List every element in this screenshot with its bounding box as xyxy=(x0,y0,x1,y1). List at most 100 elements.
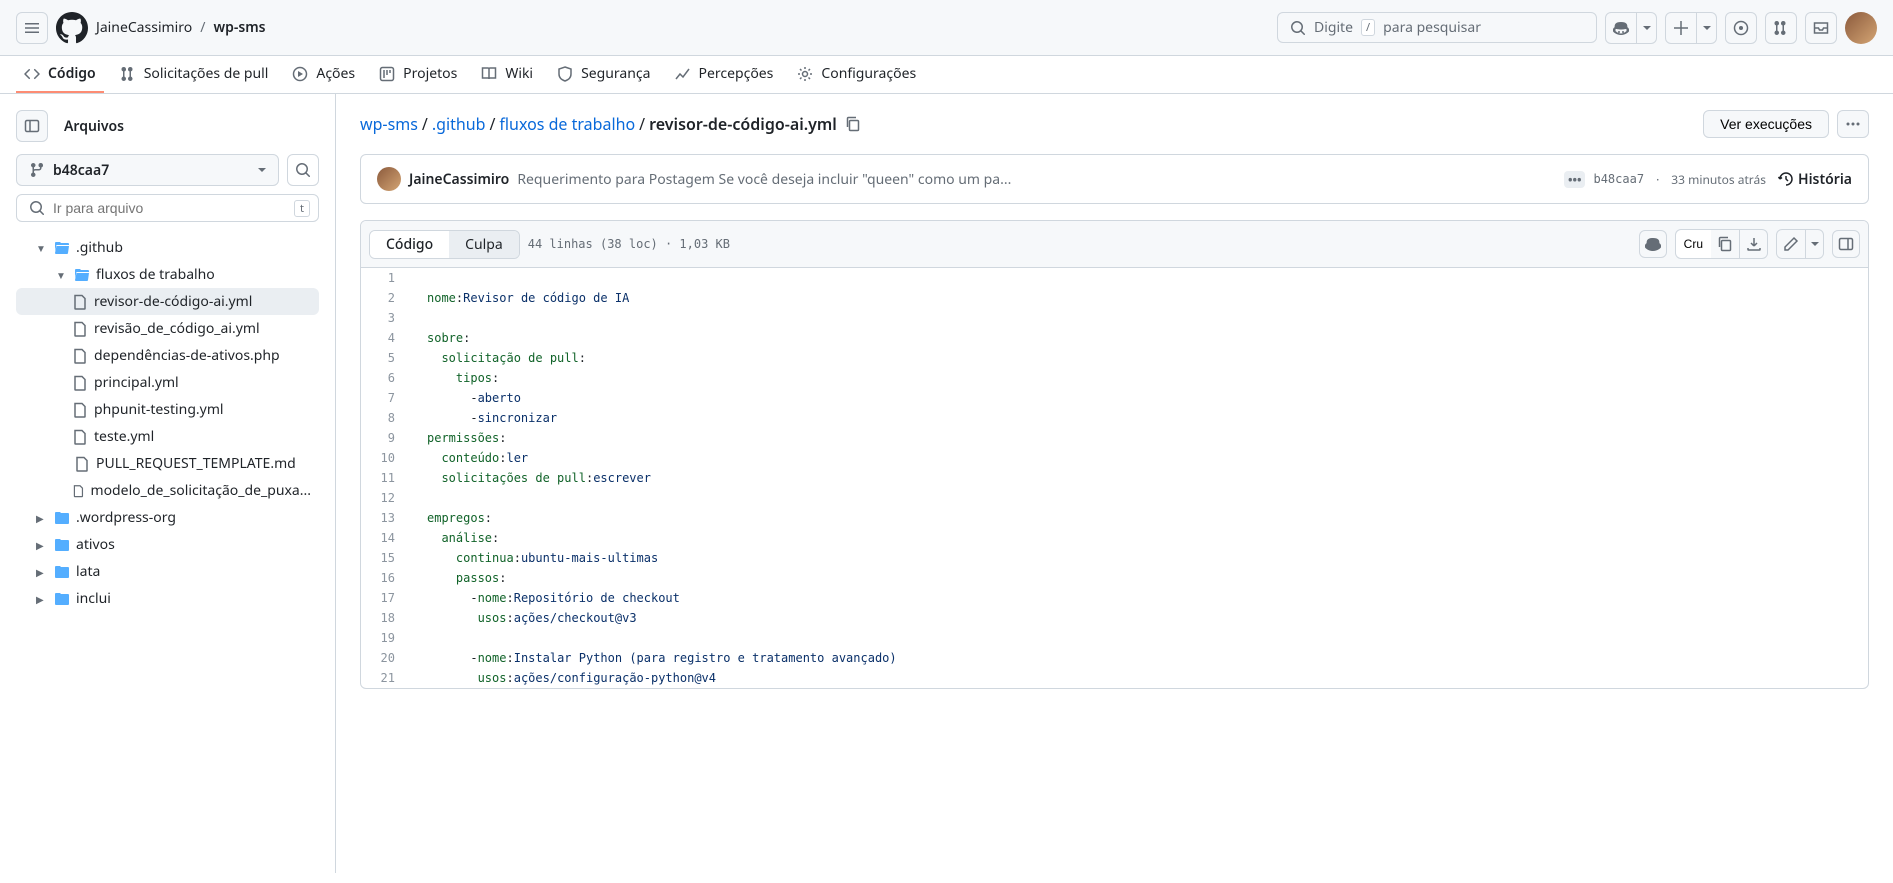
tree-folder-inclui[interactable]: ▶inclui xyxy=(16,585,319,612)
line-number[interactable]: 19 xyxy=(361,628,411,648)
repo-link[interactable]: wp-sms xyxy=(213,18,265,37)
file-filter[interactable]: t xyxy=(16,194,319,222)
line-content[interactable]: -sincronizar xyxy=(411,408,1868,428)
path-workflows[interactable]: fluxos de trabalho xyxy=(499,113,635,135)
nav-projects[interactable]: Projetos xyxy=(371,56,465,93)
issues-button[interactable] xyxy=(1725,12,1757,44)
branch-selector[interactable]: b48caa7 xyxy=(16,154,279,186)
owner-link[interactable]: JaineCassimiro xyxy=(96,18,192,37)
line-number[interactable]: 11 xyxy=(361,468,411,488)
nav-wiki[interactable]: Wiki xyxy=(473,56,541,93)
path-github[interactable]: .github xyxy=(432,113,486,135)
line-content[interactable] xyxy=(411,268,1868,288)
tree-file-test[interactable]: teste.yml xyxy=(16,423,319,450)
history-link[interactable]: História xyxy=(1778,170,1852,189)
github-logo[interactable] xyxy=(56,12,88,44)
line-content[interactable]: -nome:Repositório de checkout xyxy=(411,588,1868,608)
code-area[interactable]: 12nome:Revisor de código de IA34sobre:5 … xyxy=(361,268,1868,688)
line-number[interactable]: 12 xyxy=(361,488,411,508)
line-content[interactable]: nome:Revisor de código de IA xyxy=(411,288,1868,308)
symbols-button[interactable] xyxy=(1832,230,1860,258)
line-content[interactable]: usos:ações/checkout@v3 xyxy=(411,608,1868,628)
edit-dropdown[interactable] xyxy=(1805,230,1823,258)
line-content[interactable] xyxy=(411,628,1868,648)
global-search[interactable]: Digite / para pesquisar xyxy=(1277,12,1597,43)
tree-file-pr-template[interactable]: PULL_REQUEST_TEMPLATE.md xyxy=(16,450,319,477)
line-number[interactable]: 4 xyxy=(361,328,411,348)
line-content[interactable]: tipos: xyxy=(411,368,1868,388)
search-files-button[interactable] xyxy=(287,154,319,186)
tree-file-asset-deps[interactable]: dependências-de-ativos.php xyxy=(16,342,319,369)
hamburger-menu[interactable] xyxy=(16,12,48,44)
line-number[interactable]: 8 xyxy=(361,408,411,428)
line-number[interactable]: 2 xyxy=(361,288,411,308)
line-number[interactable]: 20 xyxy=(361,648,411,668)
copilot-file-button[interactable] xyxy=(1639,230,1667,258)
line-number[interactable]: 16 xyxy=(361,568,411,588)
line-content[interactable]: sobre: xyxy=(411,328,1868,348)
nav-actions[interactable]: Ações xyxy=(284,56,363,93)
line-number[interactable]: 18 xyxy=(361,608,411,628)
line-content[interactable]: empregos: xyxy=(411,508,1868,528)
commit-expand-button[interactable]: ••• xyxy=(1564,171,1586,188)
line-number[interactable]: 13 xyxy=(361,508,411,528)
tree-folder-wordpress-org[interactable]: ▶.wordpress-org xyxy=(16,504,319,531)
line-number[interactable]: 7 xyxy=(361,388,411,408)
more-options-button[interactable] xyxy=(1837,110,1869,138)
line-number[interactable]: 17 xyxy=(361,588,411,608)
line-number[interactable]: 3 xyxy=(361,308,411,328)
commit-message[interactable]: Requerimento para Postagem Se você desej… xyxy=(517,170,1556,189)
line-number[interactable]: 9 xyxy=(361,428,411,448)
nav-settings[interactable]: Configurações xyxy=(789,56,924,93)
create-dropdown[interactable] xyxy=(1697,12,1717,44)
line-content[interactable]: passos: xyxy=(411,568,1868,588)
line-content[interactable]: permissões: xyxy=(411,428,1868,448)
copilot-dropdown[interactable] xyxy=(1637,12,1657,44)
line-number[interactable]: 21 xyxy=(361,668,411,688)
file-filter-input[interactable] xyxy=(53,200,306,216)
tree-folder-ativos[interactable]: ▶ativos xyxy=(16,531,319,558)
line-number[interactable]: 10 xyxy=(361,448,411,468)
tree-folder-workflows[interactable]: ▼fluxos de trabalho xyxy=(16,261,319,288)
download-raw-button[interactable] xyxy=(1739,230,1767,258)
tree-file-ai-reviewer[interactable]: revisor-de-código-ai.yml xyxy=(16,288,319,315)
line-number[interactable]: 15 xyxy=(361,548,411,568)
commit-sha[interactable]: b48caa7 xyxy=(1593,172,1644,186)
line-content[interactable]: solicitações de pull:escrever xyxy=(411,468,1868,488)
line-content[interactable]: continua:ubuntu-mais-ultimas xyxy=(411,548,1868,568)
line-content[interactable]: usos:ações/configuração-python@v4 xyxy=(411,668,1868,688)
line-content[interactable]: conteúdo:ler xyxy=(411,448,1868,468)
collapse-sidebar-button[interactable] xyxy=(16,110,48,142)
line-content[interactable]: -aberto xyxy=(411,388,1868,408)
inbox-button[interactable] xyxy=(1805,12,1837,44)
line-content[interactable]: -nome:Instalar Python (para registro e t… xyxy=(411,648,1868,668)
line-content[interactable] xyxy=(411,308,1868,328)
nav-security[interactable]: Segurança xyxy=(549,56,658,93)
tree-file-pr-model[interactable]: modelo_de_solicitação_de_puxa... xyxy=(16,477,319,504)
copilot-button[interactable] xyxy=(1605,12,1637,44)
copy-path-button[interactable] xyxy=(841,112,865,136)
line-number[interactable]: 6 xyxy=(361,368,411,388)
nav-code[interactable]: Código xyxy=(16,56,104,93)
tree-file-main[interactable]: principal.yml xyxy=(16,369,319,396)
line-content[interactable] xyxy=(411,488,1868,508)
tree-folder-lata[interactable]: ▶lata xyxy=(16,558,319,585)
copy-raw-button[interactable] xyxy=(1711,230,1739,258)
view-blame-tab[interactable]: Culpa xyxy=(449,231,519,258)
path-root[interactable]: wp-sms xyxy=(360,113,418,135)
tree-folder-github[interactable]: ▼.github xyxy=(16,234,319,261)
line-number[interactable]: 14 xyxy=(361,528,411,548)
view-runs-button[interactable]: Ver execuções xyxy=(1703,110,1829,138)
line-content[interactable]: análise: xyxy=(411,528,1868,548)
line-number[interactable]: 1 xyxy=(361,268,411,288)
line-content[interactable]: solicitação de pull: xyxy=(411,348,1868,368)
commit-author-avatar[interactable] xyxy=(377,167,401,191)
nav-insights[interactable]: Percepções xyxy=(667,56,782,93)
user-avatar[interactable] xyxy=(1845,12,1877,44)
edit-button[interactable] xyxy=(1777,230,1805,258)
line-number[interactable]: 5 xyxy=(361,348,411,368)
tree-file-ai-review[interactable]: revisão_de_código_ai.yml xyxy=(16,315,319,342)
create-button[interactable] xyxy=(1665,12,1697,44)
nav-pulls[interactable]: Solicitações de pull xyxy=(112,56,277,93)
pulls-button[interactable] xyxy=(1765,12,1797,44)
